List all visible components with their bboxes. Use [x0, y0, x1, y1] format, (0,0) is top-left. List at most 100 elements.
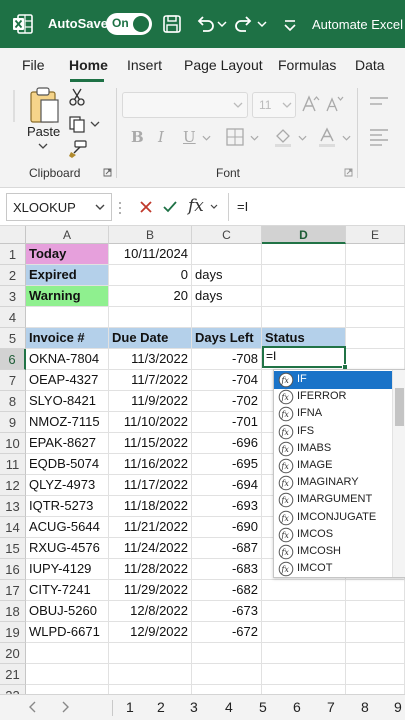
cell-a16[interactable]: IUPY-4129: [26, 559, 109, 580]
paste-label[interactable]: Paste: [27, 124, 60, 139]
column-header-d[interactable]: D: [262, 226, 346, 244]
fill-color-dropdown-icon[interactable]: [298, 134, 307, 142]
autocomplete-item[interactable]: fx IFNA: [274, 405, 392, 423]
column-header-b[interactable]: B: [109, 226, 192, 244]
cell-c4[interactable]: [192, 307, 262, 328]
sheet-tab-9[interactable]: 9: [394, 699, 402, 715]
sheet-tab-2[interactable]: 2: [157, 699, 165, 715]
cell-b5[interactable]: Due Date: [109, 328, 192, 349]
cell-b10[interactable]: 11/15/2022: [109, 433, 192, 454]
cell-d19[interactable]: [262, 622, 346, 643]
column-header-c[interactable]: C: [192, 226, 262, 244]
cell-e18[interactable]: [346, 601, 405, 622]
cut-icon[interactable]: [68, 88, 86, 106]
autocomplete-item[interactable]: fx IF: [274, 371, 392, 389]
cell-b11[interactable]: 11/16/2022: [109, 454, 192, 475]
tab-home[interactable]: Home: [69, 57, 108, 73]
cell-e19[interactable]: [346, 622, 405, 643]
formula-bar-grip-icon[interactable]: [118, 200, 122, 216]
font-name-dropdown-icon[interactable]: [233, 101, 243, 109]
autocomplete-scroll-thumb[interactable]: [395, 388, 404, 426]
cell-e6[interactable]: [346, 349, 405, 370]
cell-a13[interactable]: IQTR-5273: [26, 496, 109, 517]
cell-d17[interactable]: [262, 580, 346, 601]
cell-e4[interactable]: [346, 307, 405, 328]
sheet-tab-8[interactable]: 8: [361, 699, 369, 715]
cell-d1[interactable]: [262, 244, 346, 265]
cell-b19[interactable]: 12/9/2022: [109, 622, 192, 643]
align-top-icon[interactable]: [368, 94, 390, 112]
cell-c20[interactable]: [192, 643, 262, 664]
row-header-13[interactable]: 13: [0, 496, 26, 517]
next-sheet-icon[interactable]: [58, 700, 72, 714]
cell-b18[interactable]: 12/8/2022: [109, 601, 192, 622]
row-header-3[interactable]: 3: [0, 286, 26, 307]
cell-c3[interactable]: days: [192, 286, 262, 307]
column-header-a[interactable]: A: [26, 226, 109, 244]
insert-function-button[interactable]: fx: [188, 196, 204, 216]
cell-c17[interactable]: -682: [192, 580, 262, 601]
enter-check-icon[interactable]: [162, 199, 178, 215]
format-painter-icon[interactable]: [68, 140, 88, 158]
cell-b3[interactable]: 20: [109, 286, 192, 307]
previous-sheet-icon[interactable]: [26, 700, 40, 714]
cell-b14[interactable]: 11/21/2022: [109, 517, 192, 538]
sheet-tab-1[interactable]: 1: [126, 699, 134, 715]
cell-c19[interactable]: -672: [192, 622, 262, 643]
row-header-2[interactable]: 2: [0, 265, 26, 286]
tab-file[interactable]: File: [22, 57, 45, 73]
row-header-10[interactable]: 10: [0, 433, 26, 454]
cell-a2[interactable]: Expired: [26, 265, 109, 286]
tab-insert[interactable]: Insert: [127, 57, 162, 73]
cell-d2[interactable]: [262, 265, 346, 286]
cell-c8[interactable]: -702: [192, 391, 262, 412]
row-header-6[interactable]: 6: [0, 349, 26, 370]
cell-b13[interactable]: 11/18/2022: [109, 496, 192, 517]
cancel-icon[interactable]: [138, 199, 154, 215]
cell-b21[interactable]: [109, 664, 192, 685]
cell-c15[interactable]: -687: [192, 538, 262, 559]
font-size-box[interactable]: 11: [252, 92, 296, 118]
row-header-19[interactable]: 19: [0, 622, 26, 643]
cell-b1[interactable]: 10/11/2024: [109, 244, 192, 265]
cell-c12[interactable]: -694: [192, 475, 262, 496]
sheet-tab-6[interactable]: 6: [293, 699, 301, 715]
autocomplete-item[interactable]: fx IMAGE: [274, 457, 392, 475]
undo-dropdown-icon[interactable]: [216, 12, 228, 36]
cell-e3[interactable]: [346, 286, 405, 307]
cell-c11[interactable]: -695: [192, 454, 262, 475]
borders-dropdown-icon[interactable]: [250, 134, 259, 142]
name-box-dropdown-icon[interactable]: [95, 202, 105, 212]
cell-d4[interactable]: [262, 307, 346, 328]
cell-c5[interactable]: Days Left: [192, 328, 262, 349]
autocomplete-item[interactable]: fx IMAGINARY: [274, 474, 392, 492]
select-all-corner[interactable]: [0, 226, 26, 244]
row-header-18[interactable]: 18: [0, 601, 26, 622]
cell-a18[interactable]: OBUJ-5260: [26, 601, 109, 622]
cell-d21[interactable]: [262, 664, 346, 685]
cell-c13[interactable]: -693: [192, 496, 262, 517]
row-header-7[interactable]: 7: [0, 370, 26, 391]
cell-a11[interactable]: EQDB-5074: [26, 454, 109, 475]
row-header-4[interactable]: 4: [0, 307, 26, 328]
borders-icon[interactable]: [225, 127, 245, 147]
undo-icon[interactable]: [193, 12, 217, 36]
cell-d18[interactable]: [262, 601, 346, 622]
cell-c6[interactable]: -708: [192, 349, 262, 370]
cell-c2[interactable]: days: [192, 265, 262, 286]
cell-c21[interactable]: [192, 664, 262, 685]
row-header-9[interactable]: 9: [0, 412, 26, 433]
worksheet-grid[interactable]: A B C D E 1 Today 10/11/2024 2 Expired 0 days 3 Warni…: [0, 226, 405, 706]
cell-c18[interactable]: -673: [192, 601, 262, 622]
cell-a21[interactable]: [26, 664, 109, 685]
copy-dropdown-icon[interactable]: [90, 120, 100, 128]
column-header-e[interactable]: E: [346, 226, 405, 244]
cell-a19[interactable]: WLPD-6671: [26, 622, 109, 643]
row-header-15[interactable]: 15: [0, 538, 26, 559]
name-box[interactable]: XLOOKUP: [6, 193, 112, 221]
save-icon[interactable]: [160, 12, 184, 36]
redo-dropdown-icon[interactable]: [256, 12, 268, 36]
cell-c16[interactable]: -683: [192, 559, 262, 580]
bold-button[interactable]: B: [131, 128, 144, 146]
row-header-14[interactable]: 14: [0, 517, 26, 538]
